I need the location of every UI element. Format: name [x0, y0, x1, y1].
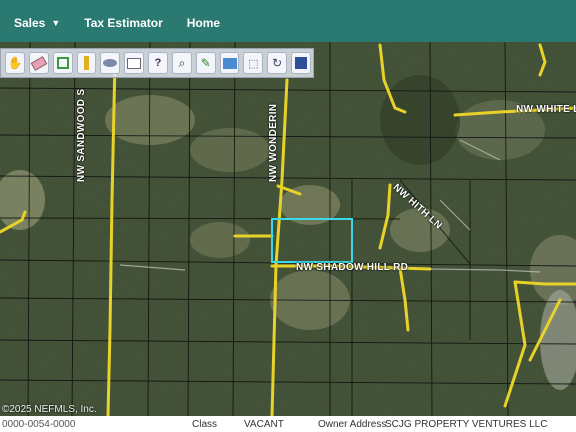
aerial-map[interactable]: NW SANDWOOD S NW WONDERIN NW WHITE LL NW… [0, 42, 576, 416]
refresh-tool-button[interactable]: ↻ [267, 52, 288, 74]
class-label: Class [192, 419, 218, 430]
parcel-tool-button[interactable]: ⬚ [243, 52, 264, 74]
parcel-info-bar: 0000-0054-0000 Class VACANT Owner Addres… [0, 416, 576, 432]
nav-sales-label: Sales [14, 16, 46, 30]
identify-tool-button[interactable] [124, 52, 145, 74]
hand-icon: ✋ [7, 56, 23, 70]
road-label-nw-shadow-hill: NW SHADOW HILL RD [296, 262, 409, 273]
search-tool-button[interactable]: ⌕ [171, 52, 192, 74]
erase-tool-button[interactable] [28, 52, 49, 74]
pencil-icon: ✎ [200, 56, 211, 70]
save-icon [295, 57, 308, 69]
nav-tax-estimator[interactable]: Tax Estimator [84, 16, 162, 30]
nav-sales-menu[interactable]: Sales ▼ [14, 16, 60, 30]
nav-home-label: Home [186, 16, 221, 30]
nav-tax-estimator-label: Tax Estimator [84, 16, 163, 30]
pan-tool-button[interactable]: ✋ [5, 52, 25, 74]
layers-icon [103, 59, 118, 67]
query-tool-button[interactable]: ? [148, 52, 168, 74]
nav-home[interactable]: Home [187, 16, 220, 30]
layers-tool-button[interactable] [100, 52, 121, 74]
road-label-nw-wonderin: NW WONDERIN [268, 103, 279, 182]
copyright-text: ©2025 NEFMLS, Inc. [2, 404, 97, 415]
search-icon: ⌕ [178, 55, 186, 70]
grid-select-icon [56, 57, 69, 69]
select-grid-tool-button[interactable] [52, 52, 73, 74]
owner-address-value: SCJG PROPERTY VENTURES LLC [385, 419, 548, 430]
road-label-nw-white: NW WHITE LL [516, 104, 576, 115]
map-image-icon [222, 57, 237, 69]
marker-tool-button[interactable] [76, 52, 97, 74]
chevron-down-icon: ▼ [51, 18, 61, 28]
owner-address-label: Owner Address [318, 419, 387, 430]
print-tool-button[interactable] [219, 52, 240, 74]
parcel-icon: ⬚ [248, 57, 259, 70]
road-label-nw-sandwood: NW SANDWOOD S [76, 88, 87, 182]
save-tool-button[interactable] [291, 52, 311, 74]
top-nav: Sales ▼ Tax Estimator Home [0, 0, 576, 46]
map-toolbar: ✋ ? ⌕ ✎ ⬚ ↻ [0, 48, 314, 78]
parcel-id-fragment: 0000-0054-0000 [2, 419, 76, 430]
query-icon: ? [154, 57, 162, 69]
draw-tool-button[interactable]: ✎ [195, 52, 216, 74]
refresh-icon: ↻ [272, 56, 283, 70]
marker-icon [83, 56, 89, 70]
eraser-icon [30, 55, 48, 71]
class-value: VACANT [244, 419, 284, 430]
identify-icon [127, 57, 142, 69]
